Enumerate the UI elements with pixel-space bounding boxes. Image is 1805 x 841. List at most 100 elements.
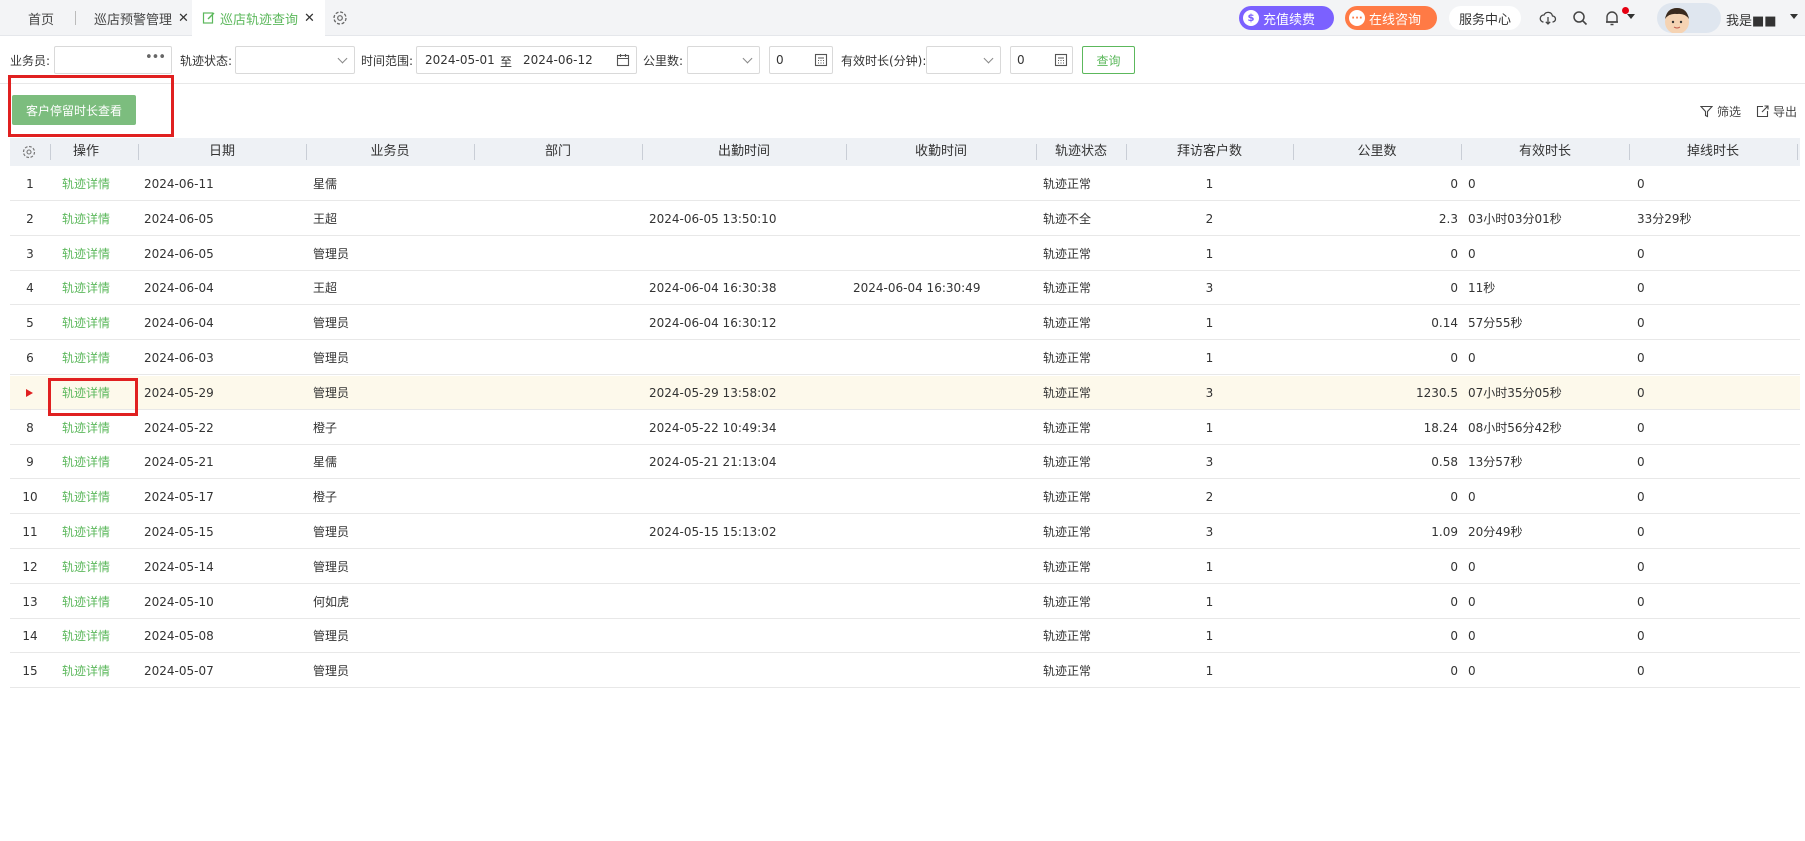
cell-salesman: 管理员	[313, 246, 350, 261]
track-detail-link[interactable]: 轨迹详情	[50, 306, 122, 340]
coin-icon: $	[1243, 10, 1259, 26]
cell-dept	[480, 306, 640, 340]
tab-home[interactable]: 首页	[28, 0, 54, 36]
calendar-icon[interactable]	[616, 53, 630, 67]
cell-no: 15	[22, 664, 38, 679]
table-row[interactable]: 4 轨迹详情 2024-06-04 王超 2024-06-04 16:30:38 2024…	[10, 271, 1800, 306]
cell-status: 轨迹正常	[1043, 594, 1092, 609]
column-header-checkin[interactable]: 出勤时间	[642, 138, 846, 166]
track-detail-link[interactable]: 轨迹详情	[50, 550, 122, 584]
calculator-icon[interactable]	[814, 53, 828, 67]
table-row[interactable]: 9 轨迹详情 2024-05-21 星儒 2024-05-21 21:13:04 轨迹正常…	[10, 445, 1800, 480]
column-header-date[interactable]: 日期	[138, 138, 306, 166]
column-header-checkout[interactable]: 收勤时间	[846, 138, 1036, 166]
table-row[interactable]: 3 轨迹详情 2024-06-05 管理员 轨迹正常 1 0 0 0	[10, 237, 1800, 271]
column-header-km[interactable]: 公里数	[1293, 138, 1461, 166]
cell-no: 1	[26, 177, 34, 191]
cell-salesman: 星儒	[313, 455, 338, 470]
cell-visits: 1	[1205, 559, 1214, 574]
cell-offline: 0	[1637, 177, 1645, 191]
table-row[interactable]: 6 轨迹详情 2024-06-03 管理员 轨迹正常 1 0 0 0	[10, 341, 1800, 375]
cell-date: 2024-06-05	[144, 246, 214, 261]
bell-icon[interactable]	[1603, 9, 1621, 27]
status-select[interactable]	[235, 46, 355, 74]
track-detail-link[interactable]: 轨迹详情	[50, 480, 122, 514]
online-consult-button[interactable]: ··· 在线咨询	[1345, 6, 1437, 30]
table-row[interactable]: 1 轨迹详情 2024-06-11 星儒 轨迹正常 1 0 0 0	[10, 167, 1800, 201]
cell-date: 2024-06-05	[144, 211, 214, 226]
salesman-picker[interactable]: •••	[54, 46, 172, 74]
table-row[interactable]: 15 轨迹详情 2024-05-07 管理员 轨迹正常 1 0 0 0	[10, 654, 1800, 689]
column-header-offline-duration[interactable]: 掉线时长	[1629, 138, 1797, 166]
track-detail-link[interactable]: 轨迹详情	[50, 237, 122, 271]
close-icon[interactable]: ✕	[304, 11, 315, 26]
date-range-picker[interactable]: 2024-05-01 至 2024-06-12	[416, 46, 637, 74]
export-button[interactable]: 导出	[1756, 103, 1797, 120]
table-row[interactable]: 13 轨迹详情 2024-05-10 何如虎 轨迹正常 1 0 0 0	[10, 585, 1800, 619]
table-row[interactable]: 14 轨迹详情 2024-05-08 管理员 轨迹正常 1 0 0 0	[10, 619, 1800, 654]
cell-km: 0	[1450, 246, 1458, 261]
date-end[interactable]: 2024-06-12	[523, 53, 593, 67]
cell-dept	[480, 167, 640, 201]
cell-date: 2024-05-17	[144, 490, 214, 505]
table-row[interactable]: 11 轨迹详情 2024-05-15 管理员 2024-05-15 15:13:02 轨迹…	[10, 515, 1800, 549]
column-header-salesman[interactable]: 业务员	[306, 138, 474, 166]
track-detail-link[interactable]: 轨迹详情	[50, 445, 122, 479]
track-detail-link[interactable]: 轨迹详情	[50, 515, 122, 549]
track-detail-link[interactable]: 轨迹详情	[50, 341, 122, 375]
track-detail-link[interactable]: 轨迹详情	[50, 271, 122, 305]
km-input[interactable]: 0	[769, 46, 833, 74]
cell-visits: 1	[1205, 351, 1214, 365]
track-detail-link[interactable]: 轨迹详情	[50, 619, 122, 653]
cell-dept	[480, 202, 640, 236]
duration-input[interactable]: 0	[1010, 46, 1073, 74]
table-row[interactable]: 8 轨迹详情 2024-05-22 橙子 2024-05-22 10:49:34 轨迹正常…	[10, 411, 1800, 445]
highlight-box	[8, 75, 174, 137]
table-row[interactable]: 5 轨迹详情 2024-06-04 管理员 2024-06-04 16:30:12 轨迹正…	[10, 306, 1800, 341]
table-row[interactable]: 轨迹详情 2024-05-29 管理员 2024-05-29 13:58:02 轨迹正常…	[10, 375, 1800, 410]
cloud-download-icon[interactable]	[1539, 9, 1557, 27]
table-row[interactable]: 12 轨迹详情 2024-05-14 管理员 轨迹正常 1 0 0 0	[10, 550, 1800, 584]
cell-salesman: 橙子	[313, 420, 338, 435]
table-row[interactable]: 2 轨迹详情 2024-06-05 王超 2024-06-05 13:50:10 轨迹不全…	[10, 202, 1800, 236]
track-detail-link[interactable]: 轨迹详情	[50, 167, 122, 201]
cell-km: 1230.5	[1416, 385, 1458, 400]
column-header-status[interactable]: 轨迹状态	[1036, 138, 1126, 166]
cell-no: 5	[26, 316, 34, 331]
cell-salesman: 管理员	[313, 559, 350, 574]
cell-offline: 0	[1637, 629, 1645, 644]
cell-dept	[480, 654, 640, 688]
tab-store-track[interactable]: 巡店轨迹查询 ✕	[192, 0, 325, 36]
avatar[interactable]	[1657, 3, 1721, 33]
calculator-icon[interactable]	[1054, 53, 1068, 67]
username[interactable]: 我是■■	[1726, 10, 1777, 29]
column-header-visits[interactable]: 拜访客户数	[1126, 138, 1293, 166]
close-icon[interactable]: ✕	[178, 11, 189, 26]
track-detail-link[interactable]: 轨迹详情	[50, 654, 122, 688]
track-detail-link[interactable]: 轨迹详情	[50, 202, 122, 236]
km-operator-select[interactable]	[687, 46, 760, 74]
recharge-label: 充值续费	[1263, 12, 1316, 28]
export-label: 导出	[1773, 105, 1798, 119]
date-start[interactable]: 2024-05-01	[425, 53, 495, 67]
cell-dept	[480, 271, 640, 305]
column-header-valid-duration[interactable]: 有效时长	[1461, 138, 1629, 166]
chat-icon: ···	[1349, 10, 1365, 26]
service-center-button[interactable]: 服务中心	[1449, 6, 1521, 30]
more-icon[interactable]: •••	[145, 50, 166, 65]
query-button[interactable]: 查询	[1082, 46, 1135, 74]
cell-valid: 0	[1468, 351, 1476, 365]
chevron-down-icon[interactable]	[1627, 14, 1635, 19]
search-icon[interactable]	[1571, 9, 1589, 27]
duration-operator-select[interactable]	[926, 46, 1001, 74]
filter-button[interactable]: 筛选	[1700, 103, 1741, 120]
column-header-dept[interactable]: 部门	[474, 138, 642, 166]
gear-icon[interactable]	[21, 144, 37, 160]
chevron-down-icon[interactable]	[1790, 14, 1798, 19]
recharge-button[interactable]: $ 充值续费	[1239, 6, 1334, 30]
table-row[interactable]: 10 轨迹详情 2024-05-17 橙子 轨迹正常 2 0 0 0	[10, 480, 1800, 515]
cell-checkin: 2024-06-04 16:30:38	[649, 281, 777, 296]
tab-store-alert[interactable]: 巡店预警管理 ✕	[94, 0, 189, 36]
gear-icon[interactable]	[331, 9, 349, 27]
track-detail-link[interactable]: 轨迹详情	[50, 585, 122, 619]
